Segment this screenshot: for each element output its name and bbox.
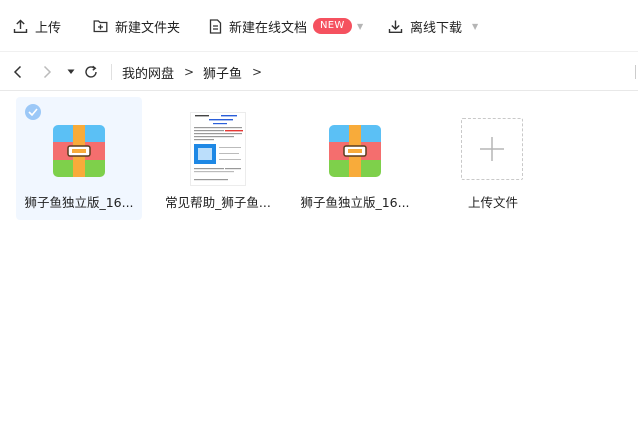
document-icon — [209, 18, 222, 34]
forward-button[interactable] — [38, 53, 56, 91]
new-folder-icon — [93, 20, 108, 33]
refresh-button[interactable] — [82, 53, 100, 91]
archive-file-icon — [329, 125, 381, 177]
document-thumbnail — [190, 112, 246, 186]
chevron-right-icon — [43, 65, 52, 79]
chevron-left-icon — [13, 65, 22, 79]
breadcrumb-separator: > — [252, 65, 263, 79]
upload-file-tile[interactable]: 上传文件 — [430, 97, 556, 220]
history-dropdown-button[interactable] — [64, 53, 78, 91]
offline-download-dropdown-icon[interactable]: ▼ — [472, 0, 478, 52]
toolbar: 上传 新建文件夹 新建在线文档 NEW ▼ 离线下载 ▼ — [0, 0, 638, 52]
archive-file-icon — [53, 125, 105, 177]
upload-icon — [13, 19, 28, 33]
upload-button[interactable]: 上传 — [13, 0, 61, 52]
caret-down-icon — [67, 69, 75, 74]
check-icon[interactable] — [25, 104, 41, 120]
back-button[interactable] — [9, 53, 27, 91]
upload-dropzone[interactable] — [461, 118, 523, 180]
file-name: 上传文件 — [467, 195, 518, 210]
upload-label: 上传 — [35, 20, 62, 36]
divider — [111, 64, 112, 80]
download-icon — [388, 20, 403, 33]
file-name: 狮子鱼独立版_16... — [300, 195, 410, 210]
new-online-doc-label: 新建在线文档 — [229, 20, 308, 36]
new-badge: NEW — [313, 18, 352, 34]
new-folder-button[interactable]: 新建文件夹 — [93, 0, 180, 52]
new-folder-label: 新建文件夹 — [115, 20, 181, 36]
file-name: 常见帮助_狮子鱼... — [165, 195, 271, 210]
plus-icon — [480, 137, 504, 161]
offline-download-button[interactable]: 离线下载 — [388, 0, 462, 52]
breadcrumb-separator: > — [184, 65, 195, 79]
divider — [635, 65, 636, 79]
navigation-bar: 我的网盘 > 狮子鱼 > — [0, 53, 638, 91]
breadcrumb-item-my-drive[interactable]: 我的网盘 — [122, 53, 174, 91]
file-item[interactable]: 常见帮助_狮子鱼... — [155, 97, 281, 220]
refresh-icon — [85, 65, 97, 78]
file-item[interactable]: 狮子鱼独立版_16... — [292, 97, 418, 220]
file-name: 狮子鱼独立版_16... — [24, 195, 134, 210]
online-doc-dropdown-icon[interactable]: ▼ — [357, 0, 363, 52]
breadcrumb-item-folder[interactable]: 狮子鱼 — [203, 53, 242, 91]
offline-download-label: 离线下载 — [410, 20, 463, 36]
new-online-doc-button[interactable]: 新建在线文档 NEW — [209, 0, 352, 52]
file-item[interactable]: 狮子鱼独立版_16... — [16, 97, 142, 220]
